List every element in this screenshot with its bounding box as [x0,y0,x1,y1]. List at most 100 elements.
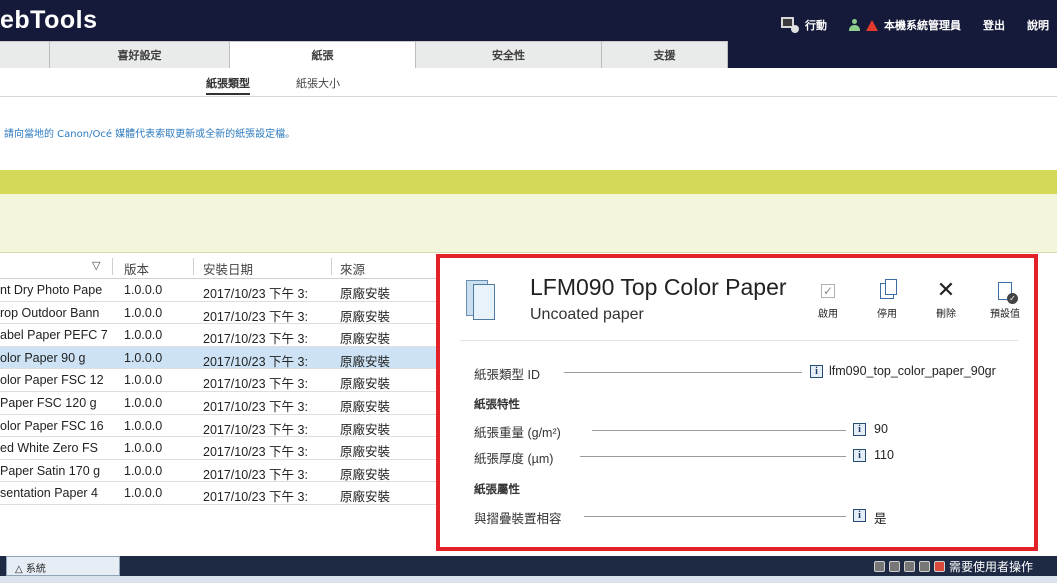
table-row[interactable]: Paper FSC 120 g 1.0.0.0 2017/10/23 下午 3: 原廠… [0,392,440,415]
row-install-date: 2017/10/23 下午 3: [203,467,308,482]
row-version: 1.0.0.0 [124,463,163,478]
app-title: ebTools [0,6,98,34]
info-icon[interactable]: i [853,449,866,462]
delete-label: 刪除 [936,309,956,320]
row-install-date: 2017/10/23 下午 3: [203,399,308,414]
help-link[interactable]: 說明 [1027,17,1049,33]
user-name[interactable]: 本機系統管理員 [884,17,961,33]
table-row[interactable]: sentation Paper 4 1.0.0.0 2017/10/23 下午 3:… [0,482,440,505]
default-icon: ✓ [998,282,1018,304]
enable-label: 啟用 [818,309,838,320]
tab-support[interactable]: 支援 [602,41,728,68]
row-version: 1.0.0.0 [124,283,163,297]
row-source: 原廠安裝 [340,354,391,369]
status-bar: △ 系統 需要使用者操作 [0,556,1057,583]
paper-detail-panel: LFM090 Top Color Paper Uncoated paper ✓ … [436,254,1038,551]
leader-line [592,430,846,431]
col-version[interactable]: 版本 [124,259,149,278]
folder-compat-value: 是 [874,512,887,526]
row-source: 原廠安裝 [340,399,391,414]
row-install-date: 2017/10/23 下午 3: [203,332,308,347]
col-install-date[interactable]: 安裝日期 [203,259,253,278]
row-source: 原廠安裝 [340,422,391,437]
leader-line [584,516,846,517]
paper-thickness-label: 紙張厚度 (µm) [474,452,554,466]
row-install-date: 2017/10/23 下午 3: [203,445,308,460]
header-actions: 行動 本機系統管理員 登出 說明 [781,14,1049,36]
tab-security[interactable]: 安全性 [416,41,602,68]
row-install-date: 2017/10/23 下午 3: [203,377,308,392]
system-strip [0,576,1057,583]
table-row[interactable]: olor Paper 90 g 1.0.0.0 2017/10/23 下午 3: 原廠… [0,346,440,370]
network-icon [903,561,915,572]
system-tab[interactable]: △ 系統 [6,556,120,576]
tab-paper[interactable]: 紙張 [230,41,416,68]
row-version: 1.0.0.0 [124,373,163,388]
notice-text: 請向當地的 Canon/Océ 媒體代表索取更新或全新的紙張設定檔。 [4,129,296,140]
row-version: 1.0.0.0 [124,328,163,343]
row-name: abel Paper PEFC 7 [0,328,108,343]
tab-preferences[interactable]: 喜好設定 [50,41,230,68]
row-install-date: 2017/10/23 下午 3: [203,422,308,437]
sort-icon[interactable]: ▽ [92,259,100,272]
table-row[interactable]: ed White Zero FS 1.0.0.0 2017/10/23 下午 3: 原… [0,437,440,460]
table-row[interactable]: olor Paper FSC 16 1.0.0.0 2017/10/23 下午 3:… [0,415,440,438]
table-row[interactable]: Paper Satin 170 g 1.0.0.0 2017/10/23 下午 3:… [0,460,440,483]
row-source: 原廠安裝 [340,377,391,392]
row-name: Paper Satin 170 g [0,463,101,478]
close-icon: ✕ [936,278,956,303]
set-default-button[interactable]: ✓ 預設值 [986,280,1024,320]
table-row[interactable]: olor Paper FSC 12 1.0.0.0 2017/10/23 下午 3:… [0,369,440,392]
info-icon[interactable]: i [810,365,823,378]
monitor-icon[interactable] [781,17,799,33]
top-header: ebTools 行動 本機系統管理員 登出 說明 喜好設定 紙張 安全性 支援 [0,0,1057,68]
filter-band [0,194,1057,253]
logout-link[interactable]: 登出 [983,17,1005,33]
table-row[interactable]: rop Outdoor Bann 1.0.0.0 2017/10/23 下午 3: 原… [0,302,440,325]
action-link[interactable]: 行動 [805,17,827,33]
section-paper-attributes: 紙張屬性 [474,484,520,496]
row-source: 原廠安裝 [340,287,391,301]
row-source: 原廠安裝 [340,490,391,505]
subtab-paper-sizes[interactable]: 紙張大小 [296,75,340,91]
row-name: ed White Zero FS [0,441,98,456]
paper-types-table: ▽ 版本 安裝日期 來源 nt Dry Photo Pape 1.0.0.0 201… [0,254,440,505]
paper-type-id-value: lfm090_top_color_paper_90gr [829,364,996,378]
row-source: 原廠安裝 [340,332,391,347]
row-install-date: 2017/10/23 下午 3: [203,490,308,505]
row-version: 1.0.0.0 [124,395,163,410]
table-body: nt Dry Photo Pape 1.0.0.0 2017/10/23 下午 3:… [0,279,440,505]
delete-button[interactable]: ✕ 刪除 [927,278,965,321]
paper-weight-value: 90 [874,422,888,436]
tab-blank [0,41,50,68]
subtab-paper-types[interactable]: 紙張類型 [206,75,250,95]
paper-type-icon [466,280,496,320]
webtools-window: ebTools 行動 本機系統管理員 登出 說明 喜好設定 紙張 安全性 支援 … [0,0,1057,583]
warning-icon [866,19,878,31]
detail-subtitle: Uncoated paper [530,306,644,323]
section-paper-properties: 紙張特性 [474,399,520,411]
info-icon[interactable]: i [853,423,866,436]
info-icon[interactable]: i [853,509,866,522]
table-header: ▽ 版本 安裝日期 來源 [0,254,440,279]
paper-thickness-value: 110 [874,448,894,462]
row-name: olor Paper FSC 12 [0,373,104,388]
default-label: 預設值 [990,309,1020,320]
table-row[interactable]: nt Dry Photo Pape 1.0.0.0 2017/10/23 下午 3:… [0,279,440,302]
enable-button[interactable]: ✓ 啟用 [809,280,847,320]
col-source[interactable]: 來源 [340,259,365,278]
row-version: 1.0.0.0 [124,486,163,501]
main-tabs: 喜好設定 紙張 安全性 支援 [0,41,728,68]
row-name: olor Paper 90 g [0,350,86,365]
status-indicators: 需要使用者操作 [873,558,1033,575]
table-row[interactable]: abel Paper PEFC 7 1.0.0.0 2017/10/23 下午 3:… [0,324,440,347]
paper-type-id-label: 紙張類型 ID [474,368,540,382]
disable-button[interactable]: 停用 [868,279,906,320]
row-name: nt Dry Photo Pape [0,283,103,297]
pause-icon [918,561,930,572]
refresh-icon [888,561,900,572]
user-action-status[interactable]: 需要使用者操作 [949,558,1033,575]
toolbar-band [0,170,1057,194]
row-version: 1.0.0.0 [124,441,163,456]
folder-compat-label: 與摺疊裝置相容 [474,512,562,526]
